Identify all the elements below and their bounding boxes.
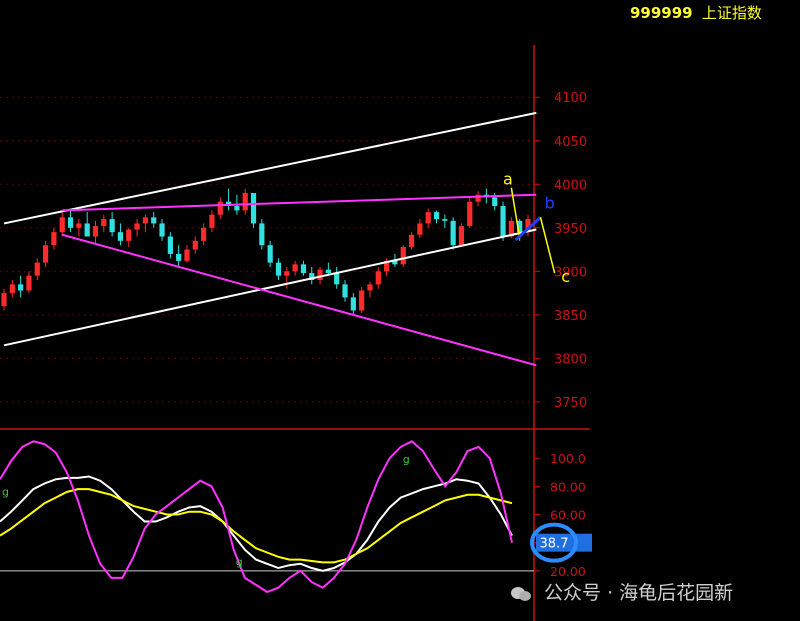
candle-body bbox=[433, 212, 440, 220]
candle-body bbox=[442, 219, 448, 221]
candle-body bbox=[250, 192, 257, 224]
candle-body bbox=[259, 223, 265, 246]
candle-body bbox=[342, 284, 348, 298]
candle-body bbox=[408, 234, 415, 247]
candle-body bbox=[9, 284, 15, 294]
price-tick-label: 3750 bbox=[554, 396, 587, 411]
candle-body bbox=[151, 217, 157, 224]
kdj-tick-label: 100.0 bbox=[550, 451, 586, 466]
candle-body bbox=[126, 229, 132, 241]
candle-body bbox=[267, 245, 273, 263]
kdj-marker-g: g bbox=[236, 556, 243, 569]
candle-body bbox=[167, 236, 173, 254]
candle-body bbox=[375, 271, 381, 285]
candle-body bbox=[458, 226, 465, 246]
chart-canvas: 4100 4050 4000 3950 3900 3850 3800 3750 a b c 100.0… bbox=[0, 45, 592, 621]
wave-label-c: c bbox=[561, 267, 570, 286]
candle-body bbox=[184, 249, 190, 261]
price-tick-label: 3800 bbox=[554, 352, 587, 367]
candle-body bbox=[26, 275, 32, 291]
candle-body bbox=[400, 246, 406, 265]
candle-body bbox=[159, 223, 165, 237]
kdj-marker-g: g bbox=[2, 485, 9, 498]
kdj-marker-g: g bbox=[403, 453, 410, 466]
candle-body bbox=[284, 271, 290, 276]
candle-body bbox=[317, 269, 323, 281]
candle-body bbox=[59, 217, 65, 233]
current-value-label: 38.7 bbox=[540, 537, 569, 552]
candle-body bbox=[292, 264, 298, 272]
candle-body bbox=[84, 223, 90, 237]
wave-c-leg bbox=[539, 217, 556, 274]
candle-body bbox=[42, 245, 49, 263]
wedge-lower-line bbox=[61, 233, 537, 367]
kdj-tick-label: 60.00 bbox=[550, 508, 586, 523]
price-tick-label: 4000 bbox=[554, 178, 587, 193]
candle-body bbox=[450, 220, 456, 246]
stock-code: 999999 bbox=[630, 4, 693, 22]
price-tick-label: 3950 bbox=[554, 222, 587, 237]
candle-body bbox=[176, 253, 182, 261]
candle-body bbox=[492, 197, 498, 207]
candle-body bbox=[142, 217, 148, 224]
candle-body bbox=[76, 223, 82, 228]
candle-body bbox=[34, 262, 40, 276]
candle-body bbox=[275, 262, 282, 276]
candle-body bbox=[242, 192, 248, 211]
candle-body bbox=[325, 269, 331, 274]
price-tick-label: 3900 bbox=[554, 265, 587, 280]
candle-body bbox=[234, 206, 240, 211]
candle-body bbox=[350, 297, 356, 311]
candle-body bbox=[467, 201, 473, 227]
channel-upper-line bbox=[3, 111, 537, 225]
price-tick-label: 4100 bbox=[554, 91, 587, 106]
kdj-k-line bbox=[0, 475, 513, 572]
candle-body bbox=[67, 217, 74, 228]
candle-body bbox=[425, 212, 431, 224]
watermark-text: 公众号 · 海龟后花园新 bbox=[544, 582, 734, 604]
kdj-tick-label: 20.00 bbox=[550, 564, 586, 579]
price-tick-label: 4050 bbox=[554, 135, 587, 150]
wechat-icon bbox=[511, 586, 531, 601]
chart-title: 999999 上证指数 bbox=[630, 2, 762, 23]
candle-body bbox=[359, 290, 365, 311]
candle-body bbox=[417, 223, 423, 235]
price-tick-label: 3850 bbox=[554, 309, 587, 324]
candle-body bbox=[101, 219, 107, 227]
kdj-j-line bbox=[0, 440, 513, 594]
candle-body bbox=[334, 273, 340, 285]
candle-body bbox=[18, 284, 24, 291]
candle-body bbox=[109, 219, 115, 233]
candle-body bbox=[201, 227, 207, 241]
stock-name: 上证指数 bbox=[701, 4, 762, 22]
candle-body bbox=[367, 284, 373, 291]
candle-body bbox=[92, 226, 99, 237]
wave-label-a: a bbox=[503, 169, 513, 188]
candle-body bbox=[134, 223, 140, 230]
candle-body bbox=[1, 293, 7, 307]
candle-body bbox=[500, 206, 506, 237]
candle-body bbox=[192, 240, 198, 250]
wave-label-b: b bbox=[545, 194, 555, 213]
candle-body bbox=[300, 264, 307, 274]
watermark: 公众号 · 海龟后花园新 bbox=[510, 578, 733, 605]
kdj-tick-label: 80.00 bbox=[550, 479, 586, 494]
candle-body bbox=[51, 232, 57, 246]
candle-body bbox=[209, 214, 215, 228]
candle-body bbox=[117, 232, 124, 241]
candle-body bbox=[217, 201, 223, 215]
